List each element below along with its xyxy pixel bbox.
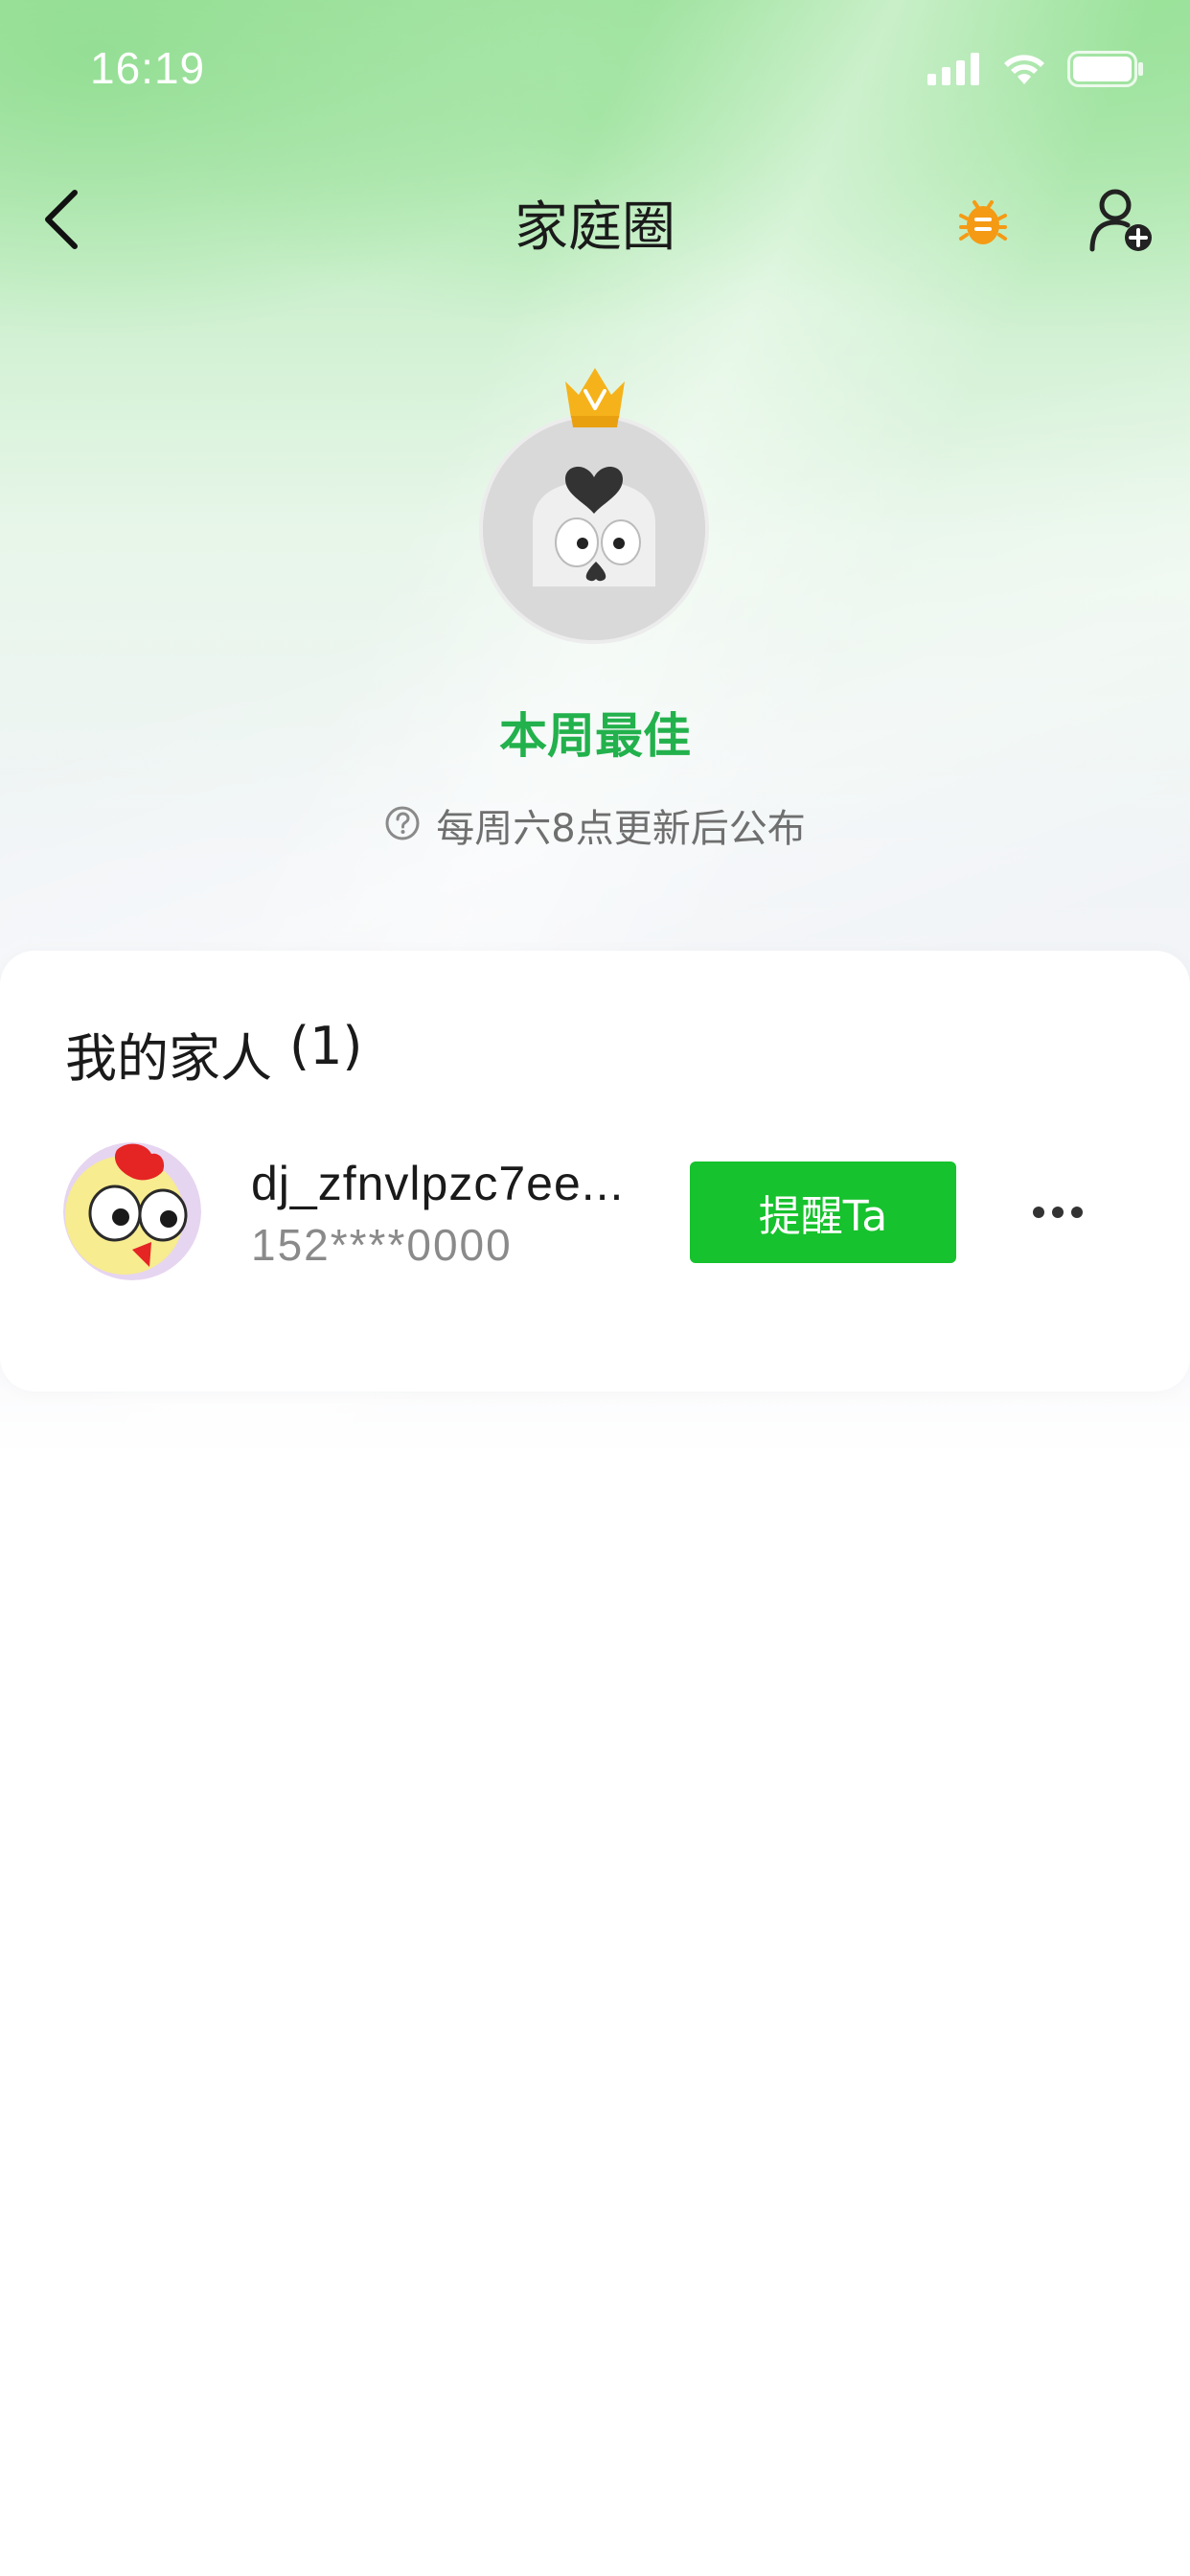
battery-icon [1067,51,1144,91]
member-avatar[interactable] [63,1142,201,1280]
question-circle-icon[interactable] [384,805,421,845]
best-of-week-hint: 每周六8点更新后公布 [0,797,1190,853]
family-heading-label: 我的家人 [65,1028,272,1089]
remind-button[interactable]: 提醒Ta [690,1162,956,1263]
status-bar: 16:19 [0,0,1190,144]
best-of-week-avatar[interactable] [479,414,709,644]
member-name: dj_zfnvlpzc7ee... [251,1157,625,1210]
best-of-week-title: 本周最佳 [499,708,691,764]
placeholder-avatar-icon [483,418,705,640]
chick-avatar-icon [63,1142,201,1280]
bug-icon [955,193,1011,252]
status-icons [927,51,1144,91]
more-options-button[interactable] [1018,1175,1098,1250]
navigation-bar: 家庭圈 [0,163,1190,278]
family-heading: 我的家人 (1) [65,1016,363,1092]
hint-text: 每周六8点更新后公布 [436,807,806,851]
crown-icon [560,362,630,431]
signal-icon [927,53,981,89]
debug-button[interactable] [949,188,1018,257]
family-member-count: (1) [289,1016,363,1076]
add-user-icon [1087,186,1156,259]
family-members-card: 我的家人 (1) dj_zfnvlpzc7ee... 152****0000 提… [0,951,1190,1392]
more-horizontal-icon-dot [1052,1207,1064,1218]
wifi-icon [1002,53,1046,89]
status-time: 16:19 [90,43,206,93]
family-member-row[interactable]: dj_zfnvlpzc7ee... 152****0000 提醒Ta [0,1142,1190,1286]
family-circle-page: 16:19 家庭圈 本周最佳 每周六8点更新后公布 我的家人 (1) dj_zf… [0,0,1190,2576]
member-phone: 152****0000 [251,1220,513,1270]
add-member-button[interactable] [1081,182,1161,263]
more-horizontal-icon [1033,1207,1044,1218]
more-horizontal-icon-dot [1071,1207,1083,1218]
